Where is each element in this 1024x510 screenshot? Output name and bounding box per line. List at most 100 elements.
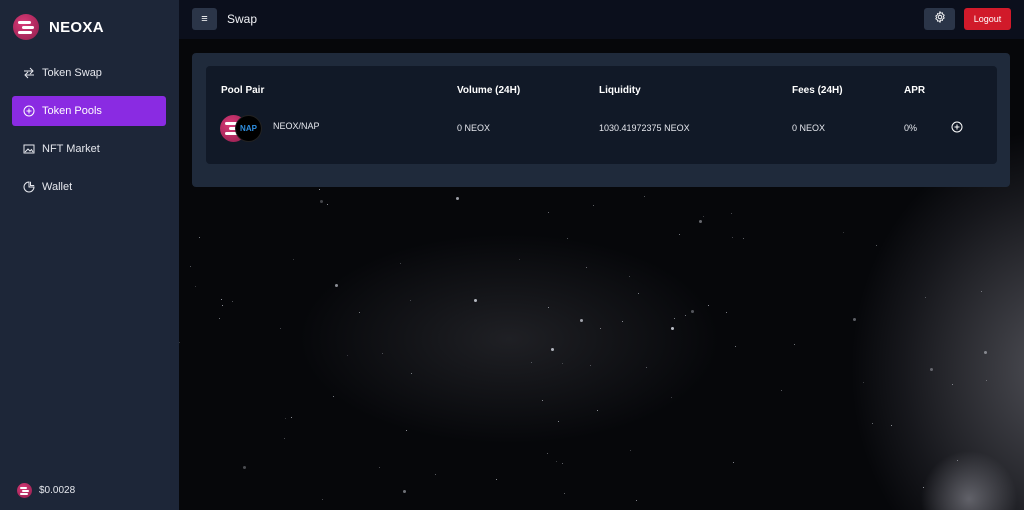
star xyxy=(590,365,591,366)
star xyxy=(519,259,520,260)
add-liquidity-button[interactable] xyxy=(950,121,963,135)
star xyxy=(347,355,348,356)
star xyxy=(726,312,727,313)
star xyxy=(872,423,873,424)
star xyxy=(474,299,477,302)
column-header-fees: Fees (24H) xyxy=(792,85,843,96)
star xyxy=(733,462,734,463)
star xyxy=(359,312,360,313)
star xyxy=(403,490,406,493)
sidebar-item-label: NFT Market xyxy=(42,143,100,155)
star xyxy=(636,500,637,501)
star xyxy=(280,328,281,329)
sidebar-item-token-pools[interactable]: Token Pools xyxy=(12,96,166,126)
pool-pair-name: NEOX/NAP xyxy=(273,121,320,131)
column-header-pool-pair: Pool Pair xyxy=(221,85,265,96)
sidebar-item-nft-market[interactable]: NFT Market xyxy=(12,134,166,164)
star xyxy=(952,384,953,385)
token-price-value: $0.0028 xyxy=(39,485,76,496)
star xyxy=(496,479,497,480)
image-icon xyxy=(22,143,35,156)
swap-arrows-icon xyxy=(22,67,35,80)
star xyxy=(548,307,549,308)
star xyxy=(699,220,702,223)
star xyxy=(542,400,543,401)
sidebar-item-token-swap[interactable]: Token Swap xyxy=(12,58,166,88)
star xyxy=(984,351,987,354)
pools-table xyxy=(206,66,997,164)
star xyxy=(923,487,924,488)
star xyxy=(293,259,294,260)
neoxa-logo-icon xyxy=(17,483,32,498)
star xyxy=(925,297,926,298)
star xyxy=(327,204,328,205)
star xyxy=(221,299,222,300)
star xyxy=(410,300,411,301)
top-bar: ≡ Swap Logout xyxy=(179,0,1024,39)
star xyxy=(986,380,987,381)
star xyxy=(547,453,548,454)
star xyxy=(957,460,958,461)
sidebar-item-label: Token Swap xyxy=(42,67,102,79)
star xyxy=(562,463,563,464)
brand[interactable]: NEOXA xyxy=(13,14,104,40)
star xyxy=(981,291,982,292)
star xyxy=(195,286,196,287)
star xyxy=(379,467,380,468)
column-header-liquidity: Liquidity xyxy=(599,85,641,96)
star xyxy=(629,276,630,277)
star xyxy=(556,461,557,462)
pool-apr: 0% xyxy=(904,123,918,133)
star xyxy=(731,213,732,214)
star xyxy=(456,197,459,200)
star xyxy=(284,438,285,439)
star xyxy=(285,418,286,419)
neoxa-logo-icon xyxy=(13,14,39,40)
star xyxy=(319,189,320,190)
star xyxy=(548,212,549,213)
star xyxy=(732,237,733,238)
column-header-volume: Volume (24H) xyxy=(457,85,521,96)
pool-volume: 0 NEOX xyxy=(457,123,491,133)
star xyxy=(335,284,338,287)
star xyxy=(876,245,877,246)
pool-pair-icons: NAP xyxy=(220,115,266,142)
sidebar-item-wallet[interactable]: Wallet xyxy=(12,172,166,202)
star xyxy=(320,200,323,203)
star xyxy=(600,328,601,329)
star xyxy=(735,346,736,347)
star xyxy=(232,301,233,302)
star xyxy=(558,421,559,422)
star xyxy=(199,237,200,238)
star xyxy=(531,362,532,363)
menu-toggle-button[interactable]: ≡ xyxy=(192,8,217,30)
page-title: Swap xyxy=(227,12,258,26)
star xyxy=(400,263,401,264)
star xyxy=(551,348,554,351)
star xyxy=(382,353,383,354)
star xyxy=(674,318,675,319)
pool-liquidity: 1030.41972375 NEOX xyxy=(599,123,690,133)
column-header-apr: APR xyxy=(904,85,926,96)
pie-chart-icon xyxy=(22,181,35,194)
sidebar-item-label: Wallet xyxy=(42,181,73,193)
settings-button[interactable] xyxy=(924,8,955,30)
star xyxy=(406,430,407,431)
star xyxy=(794,344,795,345)
plus-circle-icon xyxy=(22,105,35,118)
star xyxy=(891,425,892,426)
star xyxy=(743,238,744,239)
token-price: $0.0028 xyxy=(17,483,75,498)
star xyxy=(853,318,856,321)
star xyxy=(679,234,680,235)
logout-button[interactable]: Logout xyxy=(964,8,1011,30)
star xyxy=(322,499,323,500)
star xyxy=(222,305,223,306)
star xyxy=(333,396,334,397)
star xyxy=(291,417,292,418)
star xyxy=(781,390,782,391)
star xyxy=(646,367,647,368)
star xyxy=(219,318,220,319)
star xyxy=(580,319,583,322)
star xyxy=(564,493,565,494)
